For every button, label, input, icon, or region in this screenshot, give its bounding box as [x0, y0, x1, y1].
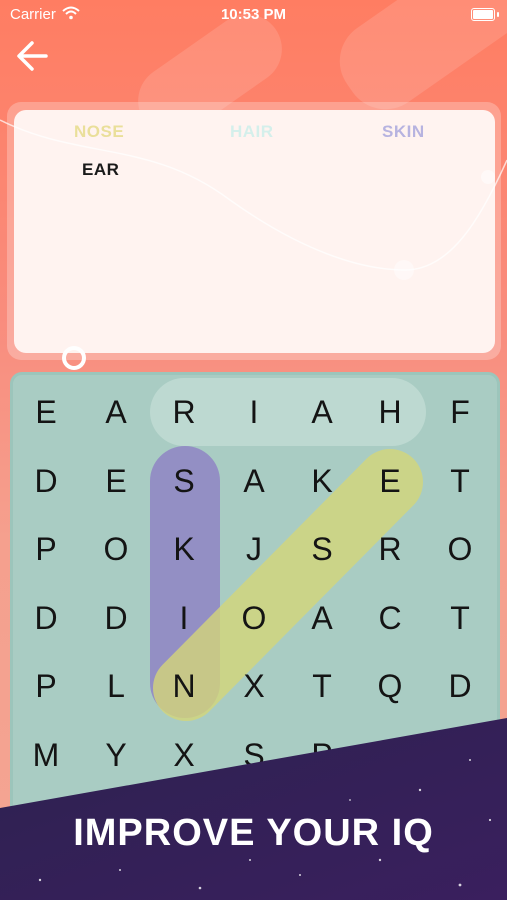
- grid-letter[interactable]: S: [154, 465, 214, 497]
- grid-letter[interactable]: O: [430, 533, 490, 565]
- grid-letter[interactable]: A: [292, 602, 352, 634]
- grid-letter[interactable]: R: [154, 396, 214, 428]
- grid-letter[interactable]: P: [16, 670, 76, 702]
- grid-letter[interactable]: O: [224, 602, 284, 634]
- grid-letter[interactable]: A: [86, 396, 146, 428]
- grid-letter[interactable]: D: [86, 602, 146, 634]
- grid-letter[interactable]: X: [224, 670, 284, 702]
- grid-letter[interactable]: R: [360, 533, 420, 565]
- grid-letter[interactable]: O: [86, 533, 146, 565]
- grid-letter[interactable]: I: [154, 602, 214, 634]
- grid-letter[interactable]: F: [430, 396, 490, 428]
- grid-letter[interactable]: P: [292, 739, 352, 771]
- grid-letter[interactable]: C: [360, 602, 420, 634]
- banner-title: IMPROVE YOUR IQ: [73, 812, 434, 854]
- grid-letter[interactable]: T: [292, 670, 352, 702]
- grid-letter[interactable]: T: [430, 602, 490, 634]
- grid-letter[interactable]: K: [292, 465, 352, 497]
- grid-letter[interactable]: D: [430, 670, 490, 702]
- grid-letter[interactable]: E: [16, 396, 76, 428]
- grid-letter[interactable]: A: [224, 465, 284, 497]
- grid-letter[interactable]: T: [430, 465, 490, 497]
- grid-letter[interactable]: S: [224, 739, 284, 771]
- grid-letter[interactable]: K: [154, 533, 214, 565]
- grid-letter[interactable]: J: [224, 533, 284, 565]
- grid-letter[interactable]: X: [154, 739, 214, 771]
- grid-letter[interactable]: M: [16, 739, 76, 771]
- grid-letter[interactable]: S: [292, 533, 352, 565]
- grid-letter[interactable]: D: [16, 602, 76, 634]
- grid-letter[interactable]: E: [360, 465, 420, 497]
- grid-letter[interactable]: N: [154, 670, 214, 702]
- grid-letter[interactable]: A: [292, 396, 352, 428]
- grid-letter[interactable]: H: [360, 396, 420, 428]
- grid-letter[interactable]: Y: [86, 739, 146, 771]
- grid-letter[interactable]: E: [86, 465, 146, 497]
- grid-letter[interactable]: D: [16, 465, 76, 497]
- grid-letter[interactable]: Q: [360, 670, 420, 702]
- grid-letter[interactable]: L: [86, 670, 146, 702]
- grid-letter[interactable]: I: [224, 396, 284, 428]
- grid-letter[interactable]: P: [16, 533, 76, 565]
